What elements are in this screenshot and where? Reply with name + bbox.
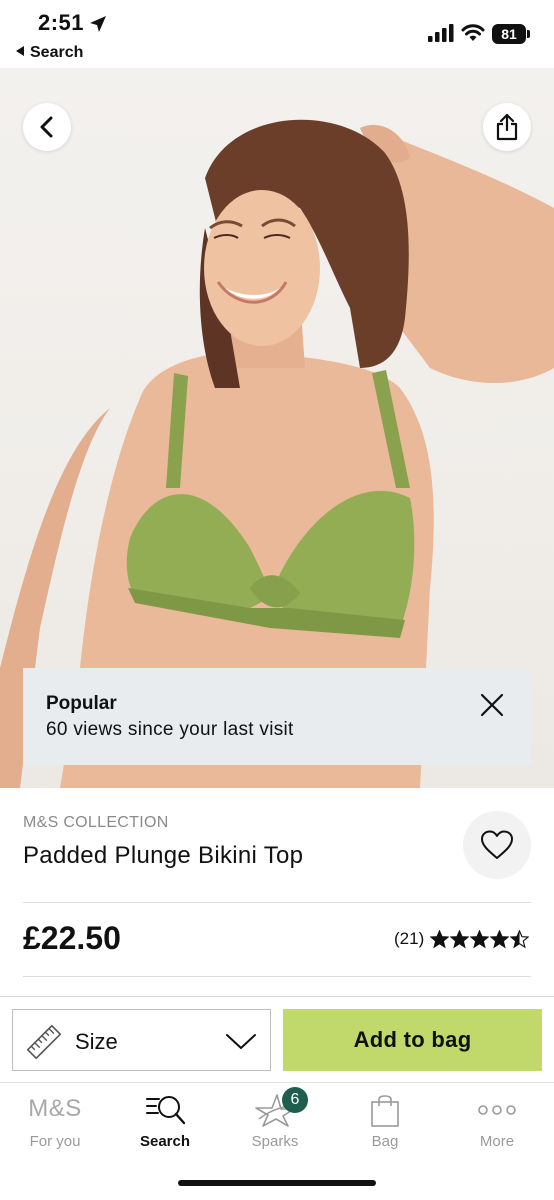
status-time: 2:51 [38, 10, 85, 35]
divider [23, 902, 531, 903]
share-icon [496, 113, 518, 141]
home-indicator[interactable] [178, 1180, 376, 1186]
share-button[interactable] [483, 103, 531, 151]
size-label: Size [75, 1029, 118, 1054]
rating-stars [430, 929, 530, 949]
chevron-left-icon [40, 116, 53, 138]
star-icon [470, 929, 490, 948]
battery-tip [527, 30, 530, 38]
product-image[interactable]: Popular 60 views since your last visit [0, 68, 554, 788]
tab-label: Bag [371, 1133, 399, 1150]
tab-label: For you [29, 1133, 81, 1150]
close-icon[interactable] [479, 692, 505, 718]
status-bar: 2:51 Search 81 [0, 0, 554, 68]
tab-label: More [479, 1133, 515, 1150]
back-triangle-icon [16, 46, 24, 56]
product-title: Padded Plunge Bikini Top [23, 842, 304, 869]
back-to-app-link[interactable]: Search [16, 44, 83, 62]
tab-bag[interactable]: Bag [330, 1083, 440, 1163]
search-list-icon [146, 1096, 185, 1125]
sparks-badge: 6 [282, 1087, 308, 1113]
battery-indicator: 81 [492, 24, 526, 44]
tab-for-you[interactable]: M&S For you [0, 1083, 110, 1163]
star-icon [490, 929, 510, 948]
star-icon [450, 929, 470, 948]
divider [23, 976, 531, 977]
popular-subtitle: 60 views since your last visit [46, 719, 294, 740]
rating-count: (21) [394, 929, 425, 948]
tab-more[interactable]: More [442, 1083, 552, 1163]
chevron-down-icon [226, 1034, 256, 1049]
back-app-label: Search [30, 44, 84, 61]
more-dots-icon [478, 1105, 516, 1115]
add-to-bag-button[interactable]: Add to bag [283, 1009, 542, 1071]
ruler-icon [27, 1025, 61, 1059]
popular-banner: Popular 60 views since your last visit [23, 668, 531, 765]
back-button[interactable] [23, 103, 71, 151]
size-select[interactable]: Size [12, 1009, 271, 1071]
tab-label: Sparks [251, 1133, 299, 1150]
product-rating[interactable]: (21) [394, 929, 530, 949]
wishlist-button[interactable] [463, 811, 531, 879]
cellular-signal-icon [428, 24, 454, 42]
tab-search[interactable]: Search [110, 1083, 220, 1163]
star-icon [430, 929, 450, 948]
product-price: £22.50 [23, 920, 121, 956]
product-brand: M&S COLLECTION [23, 814, 169, 831]
heart-icon [481, 830, 513, 859]
popular-title: Popular [46, 693, 117, 714]
location-arrow-icon [90, 16, 106, 32]
ms-logo-icon: M&S [28, 1095, 82, 1122]
wifi-icon [461, 24, 485, 41]
action-bar: Size Add to bag [0, 996, 554, 1082]
bag-icon [371, 1095, 399, 1127]
tab-sparks[interactable]: 6 Sparks [220, 1083, 330, 1163]
tab-label: Search [139, 1133, 191, 1150]
star-icon [510, 929, 530, 948]
